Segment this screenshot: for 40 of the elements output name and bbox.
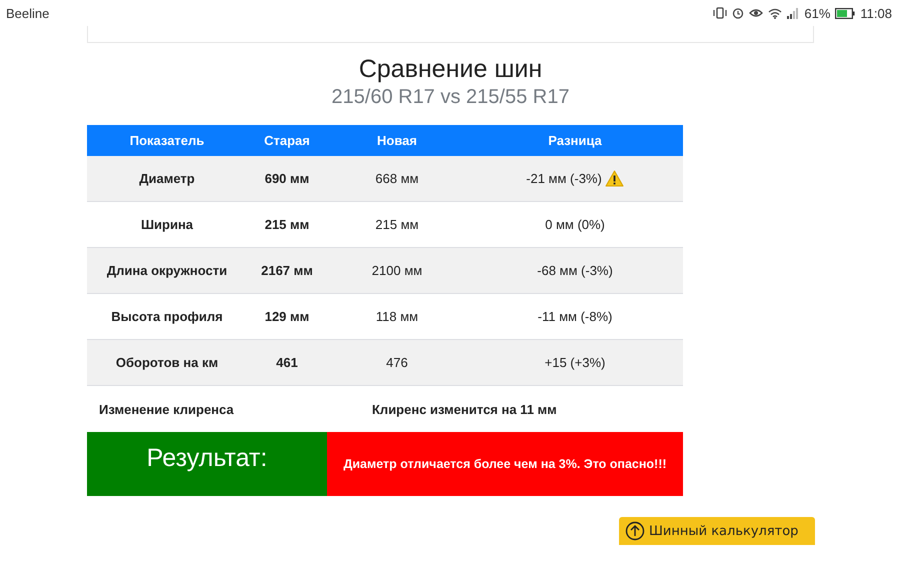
page-subtitle: 215/60 R17 vs 215/55 R17	[330, 85, 570, 110]
table-cell-text: Диаметр	[138, 171, 196, 186]
column-header: Разница	[547, 133, 603, 148]
battery-percent: 61%	[804, 6, 830, 20]
vibrate-icon	[713, 7, 728, 19]
table-cell-text: Высота профиля	[110, 309, 224, 324]
table-cell-text: 461	[275, 355, 299, 370]
table-cell-text: 476	[385, 355, 409, 370]
table-cell: +15 (+3%)	[544, 355, 606, 370]
table-cell-text: 690 мм	[264, 171, 310, 186]
table-cell-text: Оборотов на км	[114, 355, 220, 370]
column-header: Старая	[263, 133, 311, 148]
calculator-button[interactable]: Шинный калькулятор	[619, 517, 815, 545]
clearance-value: Клиренс изменится на 11 мм	[372, 402, 557, 416]
table-cell-text: 2100 мм	[370, 263, 424, 278]
page-title: Сравнение шин	[358, 54, 544, 84]
table-cell-text: 2167 мм	[260, 263, 314, 278]
table-cell-text: 129 мм	[264, 309, 310, 324]
table-cell-text: Длина окружности	[106, 263, 228, 278]
table-cell: -11 мм (-8%)	[538, 309, 612, 324]
column-header: Новая	[376, 133, 418, 148]
result-label: Результат:	[87, 432, 327, 496]
table-cell-text: 215 мм	[374, 217, 420, 232]
table-cell: 0 мм (0%)	[545, 217, 605, 232]
table-cell: -68 мм (-3%)	[537, 263, 613, 278]
table-cell-text: Ширина	[140, 217, 194, 232]
battery-icon	[835, 8, 856, 18]
clearance-label: Изменение клиренса	[98, 402, 235, 416]
table-cell-text: 668 мм	[374, 171, 420, 186]
table-cell: -21 мм (-3%)	[526, 171, 602, 186]
carrier-name: Beeline	[6, 6, 50, 20]
arrow-up-icon	[625, 521, 645, 541]
eye-icon	[749, 8, 764, 18]
clock-time: 11:08	[860, 6, 892, 20]
result-message: Диаметр отличается более чем на 3%. Это опасно!!!	[327, 432, 683, 496]
table-cell-text: 118 мм	[374, 309, 420, 324]
signal-icon	[787, 8, 800, 18]
wifi-icon	[768, 8, 782, 18]
table-cell-text: 215 мм	[264, 217, 310, 232]
column-header: Показатель	[128, 133, 206, 148]
